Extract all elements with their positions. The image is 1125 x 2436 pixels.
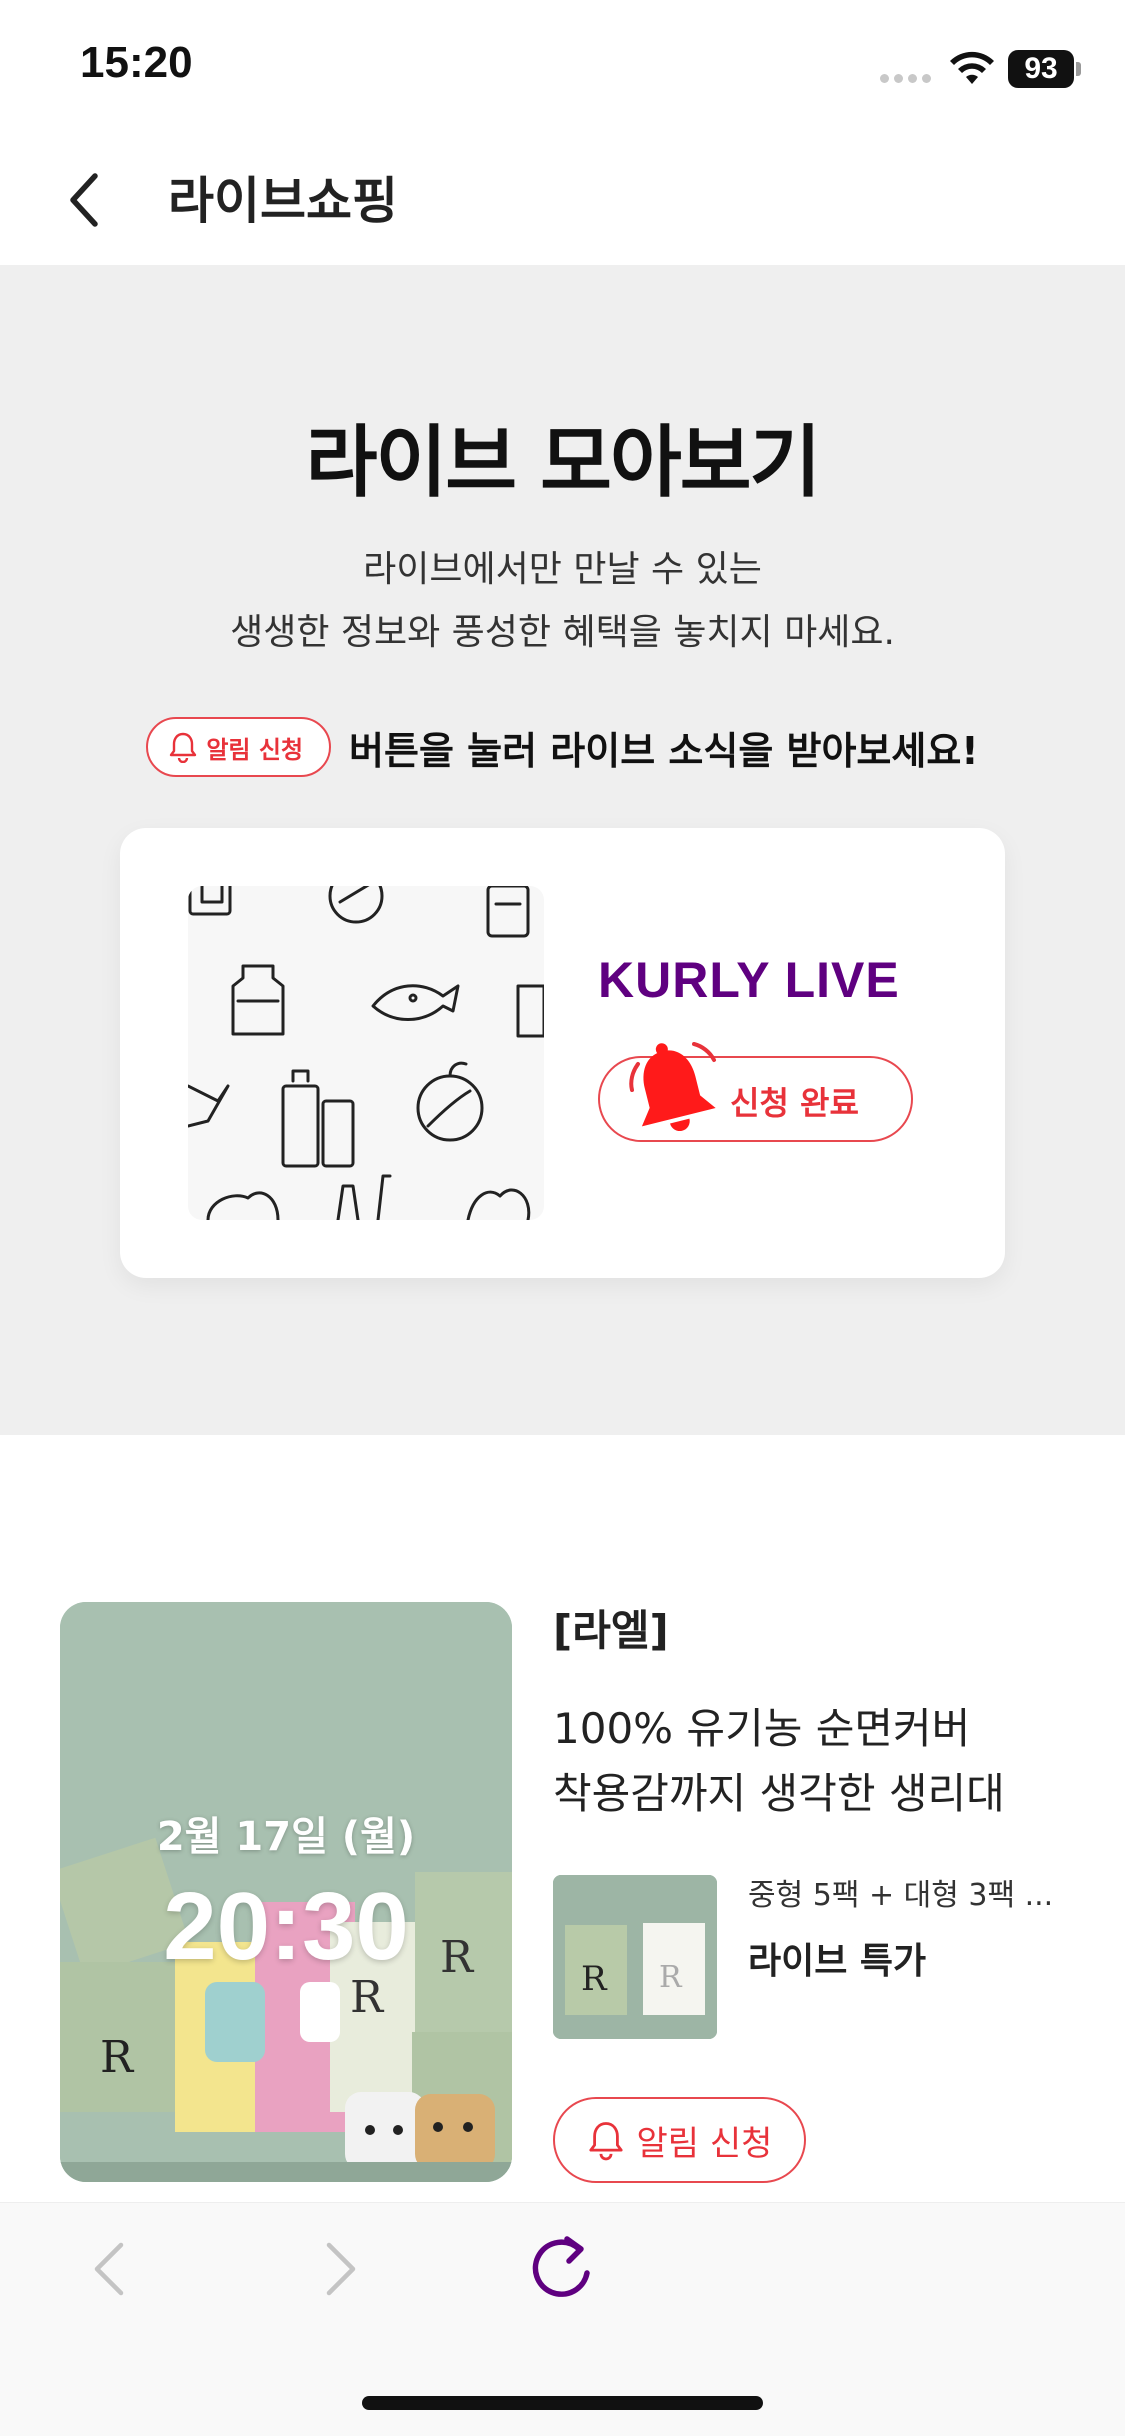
live-product-thumbnail[interactable]: R R R 2월 17일 (월) 20:30 [60, 1602, 512, 2182]
hint-text: 버튼을 눌러 라이브 소식을 받아보세요! [349, 728, 979, 773]
offer-photo: R R [553, 1875, 717, 2039]
bell-icon [588, 2122, 623, 2161]
notify-button[interactable]: 알림 신청 [553, 2097, 806, 2183]
home-indicator[interactable] [362, 2396, 763, 2410]
offer-name[interactable]: 중형 5팩 + 대형 3팩 ... [748, 1870, 1068, 1914]
hero-section: 라이브 모아보기 라이브에서만 만날 수 있는 생생한 정보와 풍성한 혜택을 … [0, 265, 1125, 1435]
wifi-icon [950, 51, 994, 84]
bell-icon [170, 732, 197, 763]
offer-tag: 라이브 특가 [748, 1941, 927, 1982]
signal-icon [880, 74, 931, 83]
live-time: 20:30 [163, 1873, 409, 1980]
nav-back-icon[interactable] [85, 2239, 135, 2299]
offer-thumbnail[interactable]: R R [553, 1875, 717, 2039]
hero-subtitle-line2: 생생한 정보와 풍성한 혜택을 놓치지 마세요. [230, 612, 895, 653]
status-bar: 15:20 93 [0, 0, 1125, 135]
svg-text:R: R [581, 1959, 608, 1999]
hero-title: 라이브 모아보기 [305, 418, 821, 508]
back-button[interactable] [50, 165, 120, 235]
live-date: 2월 17일 (월) [156, 1814, 416, 1860]
notify-button-label: 알림 신청 [636, 2123, 773, 2164]
product-description-line2[interactable]: 착용감까지 생각한 생리대 [553, 1760, 1005, 1821]
notify-hint: 알림 신청 버튼을 눌러 라이브 소식을 받아보세요! [0, 717, 1125, 777]
chevron-left-icon [70, 173, 98, 227]
product-brand[interactable]: [라엘] [553, 1597, 669, 1658]
applied-button[interactable]: 신청 완료 [598, 1042, 913, 1142]
svg-text:R: R [100, 2032, 135, 2083]
icon-pattern-image [188, 886, 544, 1220]
svg-text:R: R [659, 1960, 683, 1995]
notify-pill-label: 알림 신청 [206, 735, 304, 764]
product-description-line1[interactable]: 100% 유기농 순면커버 [553, 1695, 970, 1756]
hero-subtitle-line1: 라이브에서만 만날 수 있는 [363, 549, 762, 590]
kurly-live-logo: KURLY LIVE [598, 952, 900, 1008]
battery-indicator: 93 [1008, 50, 1074, 88]
kurly-live-card: KURLY LIVE 신청 완료 [120, 828, 1005, 1278]
notify-pill-sample: 알림 신청 [146, 717, 332, 777]
status-time: 15:20 [80, 38, 193, 87]
ringing-bell-icon [629, 1042, 716, 1132]
pattern-illustration [188, 886, 544, 1220]
reload-icon[interactable] [527, 2233, 597, 2303]
battery-cap [1076, 62, 1081, 76]
page-header: 라이브쇼핑 [0, 135, 1125, 265]
nav-forward-icon[interactable] [315, 2239, 365, 2299]
applied-label: 신청 완료 [730, 1084, 859, 1122]
page-title: 라이브쇼핑 [168, 172, 398, 230]
